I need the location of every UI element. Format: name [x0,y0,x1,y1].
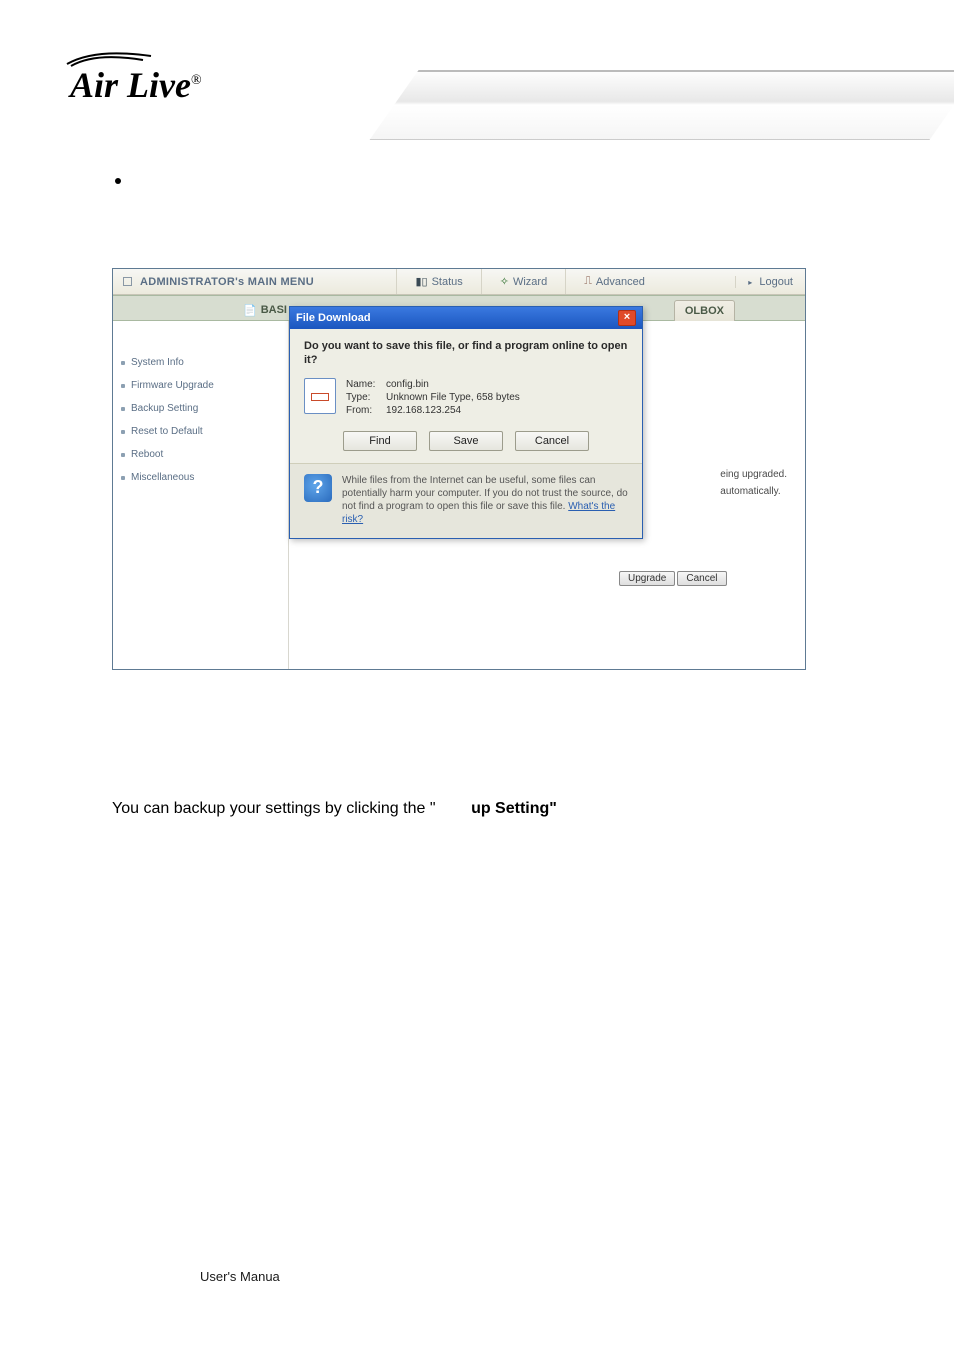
tab-status[interactable]: ▮▯ Status [396,269,480,294]
type-label: Type: [346,392,386,403]
tab-basic[interactable]: 📄 BASI [233,300,297,320]
cancel-button[interactable]: Cancel [677,571,726,586]
file-download-dialog: File Download × Do you want to save this… [289,306,643,539]
header-swoosh [369,70,954,140]
file-type: Unknown File Type, 658 bytes [386,392,520,403]
chevron-right-icon: ▸ [748,278,752,287]
sidebar-label: Reset to Default [131,426,203,437]
upgrade-button[interactable]: Upgrade [619,571,675,586]
tab-wizard[interactable]: ✧ Wizard [481,269,565,294]
menu-box-icon [123,277,132,286]
topbar: ADMINISTRATOR's MAIN MENU ▮▯ Status ✧ Wi… [113,269,805,295]
sidebar-item-reboot[interactable]: Reboot [113,443,288,466]
file-name: config.bin [386,379,429,390]
save-button[interactable]: Save [429,431,503,451]
name-label: Name: [346,379,386,390]
sidebar-label: Miscellaneous [131,472,194,483]
wizard-icon: ✧ [500,275,509,288]
tab-basic-label: BASI [261,304,287,316]
bullet-icon [115,178,121,184]
wizard-label: Wizard [513,276,547,288]
admin-main-menu[interactable]: ADMINISTRATOR's MAIN MENU [113,276,324,288]
find-button[interactable]: Find [343,431,417,451]
help-icon: ? [304,474,332,502]
footer-text: User's Manua [200,1269,280,1284]
logo-registered: ® [191,73,202,88]
admin-menu-label: ADMINISTRATOR's MAIN MENU [140,276,314,288]
sidebar-item-reset-to-default[interactable]: Reset to Default [113,420,288,443]
logo-text: Air Live [70,65,191,105]
file-type-icon [304,378,336,414]
sidebar-label: Reboot [131,449,163,460]
status-upgraded: eing upgraded. [720,469,787,480]
dialog-question: Do you want to save this file, or find a… [304,339,628,368]
tab-toolbox-label: OLBOX [685,305,724,317]
status-icon: ▮▯ [415,275,427,288]
advanced-icon: ⎍ [584,275,592,288]
advanced-label: Advanced [596,276,645,288]
sidebar-item-system-info[interactable]: System Info [113,351,288,374]
sidebar-label: Firmware Upgrade [131,380,214,391]
status-label: Status [432,276,463,288]
logo-arc-icon [65,46,155,68]
dialog-titlebar[interactable]: File Download × [290,307,642,329]
sidebar-item-miscellaneous[interactable]: Miscellaneous [113,466,288,489]
sidebar-label: System Info [131,357,184,368]
admin-screenshot: ADMINISTRATOR's MAIN MENU ▮▯ Status ✧ Wi… [112,268,806,670]
dialog-title: File Download [296,312,371,324]
logout-link[interactable]: ▸ Logout [735,276,805,288]
warning-text: While files from the Internet can be use… [342,474,628,526]
sidebar-item-firmware-upgrade[interactable]: Firmware Upgrade [113,374,288,397]
body-paragraph: You can backup your settings by clicking… [112,800,557,818]
file-from: 192.168.123.254 [386,405,461,416]
body-line-a: You can backup your settings by clicking… [112,800,436,817]
tab-toolbox[interactable]: OLBOX [674,300,735,321]
logo: Air Live® [70,64,202,106]
close-icon[interactable]: × [618,310,636,326]
from-label: From: [346,405,386,416]
sidebar: System Info Firmware Upgrade Backup Sett… [113,321,289,669]
sidebar-label: Backup Setting [131,403,198,414]
logout-label: Logout [759,276,793,288]
status-auto: automatically. [720,486,787,497]
basic-icon: 📄 [243,304,257,317]
dialog-cancel-button[interactable]: Cancel [515,431,589,451]
status-text: eing upgraded. automatically. [720,469,787,497]
body-line-b: up Setting" [471,800,557,817]
tab-advanced[interactable]: ⎍ Advanced [565,269,663,294]
sidebar-item-backup-setting[interactable]: Backup Setting [113,397,288,420]
